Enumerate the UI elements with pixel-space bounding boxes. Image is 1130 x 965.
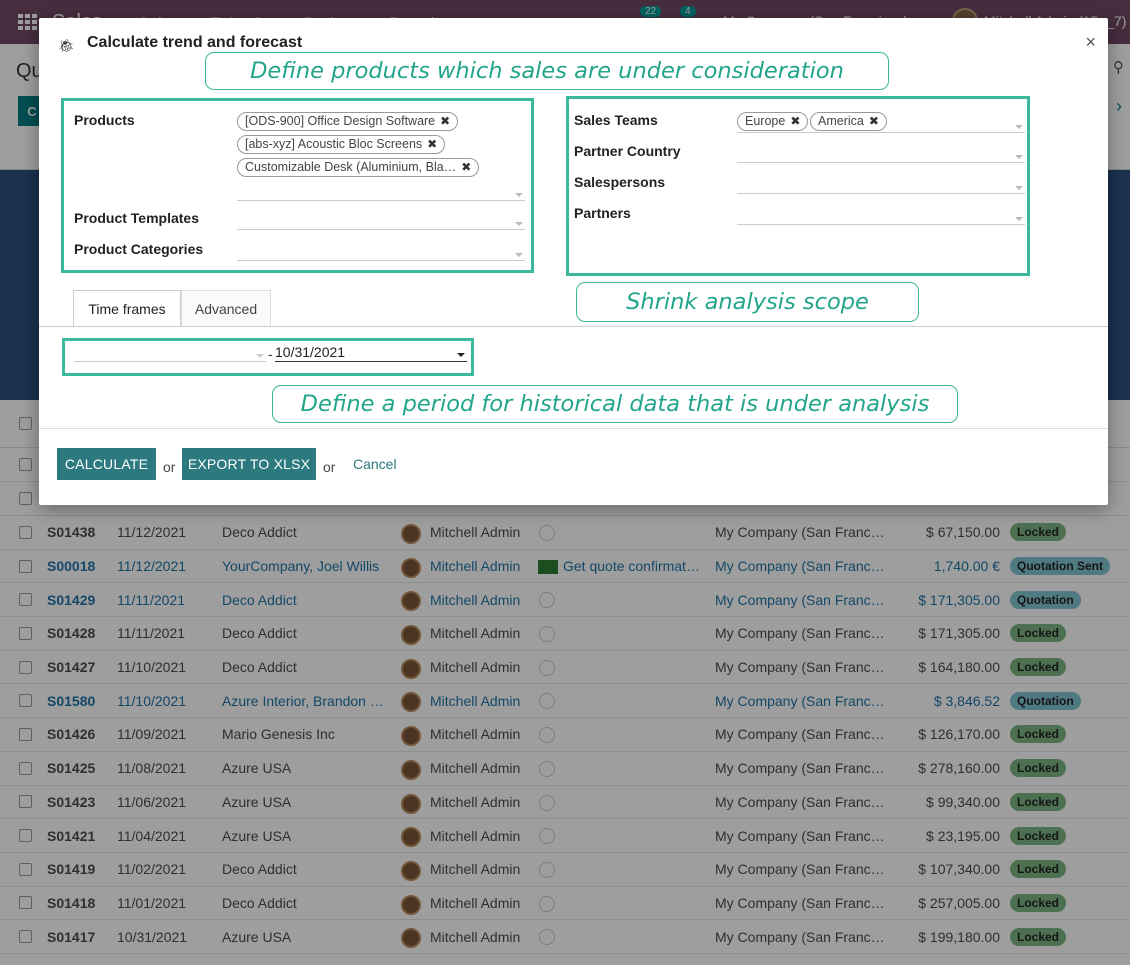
- chevron-down-icon[interactable]: [1015, 125, 1023, 129]
- close-icon[interactable]: ×: [1085, 32, 1096, 53]
- chevron-down-icon[interactable]: [1015, 217, 1023, 221]
- or-text: or: [323, 459, 336, 475]
- remove-tag-icon[interactable]: ✖: [440, 114, 450, 128]
- chevron-down-icon[interactable]: [515, 222, 523, 226]
- callout-scope: Shrink analysis scope: [576, 282, 919, 322]
- date-to-input[interactable]: 10/31/2021: [275, 344, 467, 362]
- calculate-button[interactable]: CALCULATE: [57, 448, 156, 480]
- partners-label: Partners: [574, 205, 631, 221]
- chevron-down-icon[interactable]: [256, 354, 264, 358]
- chevron-down-icon[interactable]: [1015, 155, 1023, 159]
- product-tag-text: Customizable Desk (Aluminium, Bla…: [245, 160, 457, 174]
- bug-icon: 🐞︎: [58, 38, 75, 53]
- cancel-button[interactable]: Cancel: [353, 456, 397, 472]
- or-text: or: [163, 459, 176, 475]
- partner-country-input[interactable]: [737, 145, 1025, 163]
- dialog-title: Calculate trend and forecast: [87, 34, 303, 51]
- product-templates-label: Product Templates: [74, 210, 199, 226]
- tab-advanced[interactable]: Advanced: [181, 290, 271, 327]
- chevron-down-icon[interactable]: [457, 353, 465, 357]
- date-to-value: 10/31/2021: [275, 344, 346, 360]
- product-tag-text: [abs-xyz] Acoustic Bloc Screens: [245, 137, 423, 151]
- product-tag-abs-xyz[interactable]: [abs-xyz] Acoustic Bloc Screens ✖: [237, 135, 446, 154]
- remove-tag-icon[interactable]: ✖: [427, 137, 437, 151]
- chevron-down-icon[interactable]: [515, 253, 523, 257]
- date-separator: -: [268, 346, 273, 362]
- product-categories-label: Product Categories: [74, 241, 204, 257]
- partner-country-label: Partner Country: [574, 143, 681, 159]
- export-xlsx-button[interactable]: EXPORT TO XLSX: [182, 448, 316, 480]
- tab-divider: [39, 326, 1108, 327]
- product-tag-ods900[interactable]: [ODS-900] Office Design Software ✖: [237, 112, 459, 131]
- forecast-dialog: 🐞︎ Calculate trend and forecast × Produc…: [39, 18, 1108, 505]
- product-templates-input[interactable]: [237, 212, 525, 230]
- sales-teams-input[interactable]: [737, 115, 1025, 133]
- products-label: Products: [74, 112, 135, 128]
- chevron-down-icon[interactable]: [1015, 186, 1023, 190]
- date-from-input[interactable]: [74, 344, 266, 362]
- product-tag-desk[interactable]: Customizable Desk (Aluminium, Bla… ✖: [237, 158, 480, 177]
- products-input[interactable]: [237, 183, 525, 201]
- salespersons-input[interactable]: [737, 176, 1025, 194]
- sales-teams-label: Sales Teams: [574, 112, 658, 128]
- footer-divider: [39, 428, 1108, 429]
- chevron-down-icon[interactable]: [515, 193, 523, 197]
- callout-period: Define a period for historical data that…: [272, 385, 958, 423]
- salespersons-label: Salespersons: [574, 174, 666, 190]
- product-categories-input[interactable]: [237, 243, 525, 261]
- product-tag-text: [ODS-900] Office Design Software: [245, 114, 436, 128]
- partners-input[interactable]: [737, 207, 1025, 225]
- callout-products: Define products which sales are under co…: [205, 52, 889, 90]
- tab-time-frames[interactable]: Time frames: [73, 290, 181, 327]
- remove-tag-icon[interactable]: ✖: [461, 160, 471, 174]
